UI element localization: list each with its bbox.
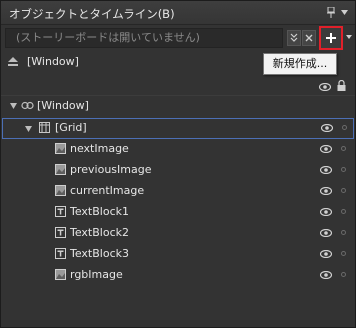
pin-icon[interactable] — [327, 7, 335, 18]
scope-label: [Window] — [27, 55, 79, 68]
visibility-eye-icon[interactable] — [320, 145, 332, 153]
visibility-eye-icon[interactable] — [320, 166, 332, 174]
grid-icon — [39, 122, 50, 133]
tree-row-textblock1[interactable]: TextBlock1 — [2, 202, 354, 223]
lock-toggle-dot[interactable] — [342, 125, 347, 130]
tree-label: TextBlock2 — [70, 226, 129, 239]
tree-row-window[interactable]: [Window] — [2, 96, 354, 117]
storyboard-dropdown-button[interactable] — [287, 30, 301, 46]
tree-label: currentImage — [70, 184, 145, 197]
expand-arrow-icon[interactable] — [10, 103, 17, 109]
lock-toggle-dot[interactable] — [341, 230, 346, 235]
tree-row-currentimage[interactable]: currentImage — [2, 181, 354, 202]
visibility-eye-icon[interactable] — [320, 208, 332, 216]
tree-row-rgbimage[interactable]: rgbImage — [2, 265, 354, 286]
visibility-eye-icon[interactable] — [320, 250, 332, 258]
tree-label: previousImage — [70, 163, 152, 176]
image-icon — [55, 164, 66, 175]
window-icon — [21, 101, 34, 110]
image-icon — [55, 269, 66, 280]
double-chevron-down-icon — [290, 33, 298, 42]
scope-up-icon[interactable] — [7, 57, 19, 67]
tree-row-previousimage[interactable]: previousImage — [2, 160, 354, 181]
tree-label: nextImage — [70, 142, 129, 155]
lock-toggle-dot[interactable] — [341, 146, 346, 151]
close-storyboard-button[interactable] — [302, 30, 316, 46]
lock-toggle-dot[interactable] — [341, 209, 346, 214]
tree-row-textblock3[interactable]: TextBlock3 — [2, 244, 354, 265]
lock-toggle-dot[interactable] — [341, 167, 346, 172]
lock-toggle-dot[interactable] — [341, 251, 346, 256]
close-icon — [305, 34, 313, 42]
textblock-icon — [55, 248, 66, 259]
new-storyboard-button[interactable] — [319, 26, 343, 50]
visibility-header-eye-icon[interactable] — [319, 83, 331, 91]
plus-icon — [326, 33, 336, 43]
panel-title: オブジェクトとタイムライン(B) — [9, 7, 175, 21]
visibility-eye-icon[interactable] — [321, 124, 333, 132]
lock-header-icon[interactable] — [337, 80, 346, 91]
visibility-eye-icon[interactable] — [320, 187, 332, 195]
tree-label: TextBlock3 — [70, 247, 129, 260]
image-icon — [55, 143, 66, 154]
visibility-eye-icon[interactable] — [320, 271, 332, 279]
storyboard-options-arrow-icon[interactable] — [346, 34, 352, 40]
image-icon — [55, 185, 66, 196]
tree-label: [Grid] — [55, 121, 87, 134]
tree-label: [Window] — [37, 99, 89, 112]
panel-menu-icon[interactable] — [340, 8, 349, 17]
visibility-eye-icon[interactable] — [320, 229, 332, 237]
tree-row-textblock2[interactable]: TextBlock2 — [2, 223, 354, 244]
lock-toggle-dot[interactable] — [341, 272, 346, 277]
tree-row-nextimage[interactable]: nextImage — [2, 139, 354, 160]
objects-timeline-panel: オブジェクトとタイムライン(B) (ストーリーボードは開いていません) [Win… — [0, 0, 356, 328]
panel-titlebar: オブジェクトとタイムライン(B) — [1, 1, 355, 25]
tree-label: TextBlock1 — [70, 205, 129, 218]
storyboard-dropdown[interactable]: (ストーリーボードは開いていません) — [5, 28, 283, 48]
expand-arrow-icon[interactable] — [25, 126, 32, 132]
tree-row-grid[interactable]: [Grid] — [2, 118, 354, 139]
textblock-icon — [55, 227, 66, 238]
storyboard-toolbar: (ストーリーボードは開いていません) — [5, 26, 353, 50]
tree-label: rgbImage — [70, 268, 123, 281]
new-storyboard-tooltip: 新規作成... — [263, 53, 337, 75]
lock-toggle-dot[interactable] — [341, 188, 346, 193]
textblock-icon — [55, 206, 66, 217]
